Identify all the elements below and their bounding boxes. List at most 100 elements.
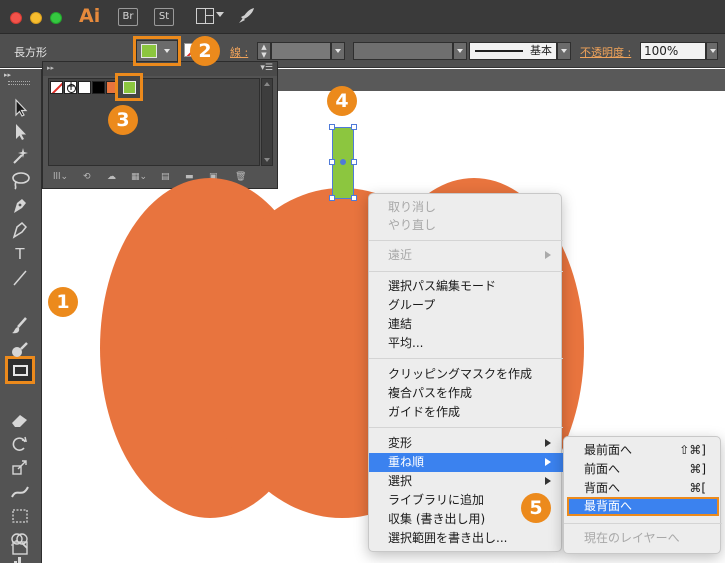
app-logo: Ai <box>79 5 101 27</box>
swatch-registration[interactable] <box>64 79 77 94</box>
opacity-dropdown[interactable] <box>706 42 718 60</box>
menu-item-compound-path[interactable]: 複合パスを作成 <box>369 384 563 403</box>
menu-item-clipping-mask[interactable]: クリッピングマスクを作成 <box>369 365 563 384</box>
share-icon[interactable]: ⟲ <box>83 172 91 182</box>
resize-handle[interactable] <box>329 124 335 130</box>
swatches-panel: ▸▸ ▾☰ lll⌄ ⟲ ☁ ▦⌄ ▤ ▬ ▣ 🗑 <box>42 61 278 189</box>
menu-item-join[interactable]: 連結 <box>369 315 563 334</box>
swatch-scrollbar[interactable] <box>261 78 273 166</box>
artboard-tool[interactable] <box>8 537 32 559</box>
submenu-item-bring-forward[interactable]: 前面へ ⌘] <box>564 460 722 479</box>
rotate-tool[interactable] <box>8 433 32 455</box>
submenu-item-send-to-back[interactable]: 最背面へ <box>567 497 719 516</box>
eraser-tool[interactable] <box>8 409 32 431</box>
resize-handle[interactable] <box>329 159 335 165</box>
lasso-tool[interactable] <box>8 169 32 191</box>
menu-item-isolate[interactable]: 選択パス編集モード <box>369 277 563 296</box>
menu-item-make-guides[interactable]: ガイドを作成 <box>369 403 563 422</box>
menu-item-label: 重ね順 <box>388 455 425 469</box>
brush-definition-dropdown[interactable] <box>557 42 571 60</box>
chevron-right-icon <box>545 251 551 259</box>
submenu-item-send-backward[interactable]: 背面へ ⌘[ <box>564 479 722 498</box>
variable-width-profile-field[interactable] <box>353 42 453 60</box>
workspace-layout-icon[interactable] <box>196 8 214 24</box>
zoom-window-button[interactable] <box>50 12 62 24</box>
menu-item-perspective[interactable]: 遠近 <box>369 246 563 265</box>
chevron-right-icon <box>545 458 551 466</box>
free-transform-tool[interactable] <box>8 505 32 527</box>
panel-menu-icon[interactable]: ▾☰ <box>260 63 273 73</box>
variable-width-dropdown[interactable] <box>453 42 467 60</box>
menu-item-arrange[interactable]: 重ね順 <box>369 453 563 472</box>
expand-panel-icon[interactable]: ▸▸ <box>4 71 11 79</box>
type-tool[interactable]: T <box>8 243 32 265</box>
brush-definition-label: 基本 <box>530 44 552 57</box>
chevron-down-icon[interactable] <box>216 12 224 17</box>
direct-selection-tool[interactable] <box>8 121 32 143</box>
curvature-tool[interactable] <box>8 219 32 241</box>
resize-handle[interactable] <box>351 124 357 130</box>
width-tool[interactable] <box>8 481 32 503</box>
scale-tool[interactable] <box>8 457 32 479</box>
stroke-label[interactable]: 線 : <box>230 44 248 60</box>
menu-item-export-selection[interactable]: 選択範囲を書き出し... <box>369 529 563 548</box>
object-type-label: 長方形 <box>14 46 47 59</box>
resize-handle[interactable] <box>329 195 335 201</box>
pen-tool[interactable] <box>8 195 32 217</box>
arrange-submenu: 最前面へ ⇧⌘] 前面へ ⌘] 背面へ ⌘[ 最背面へ 現在のレイヤーへ <box>563 436 722 554</box>
menu-item-undo[interactable]: 取り消し <box>369 198 563 217</box>
swatch-library-menu-icon[interactable]: lll⌄ <box>53 172 68 182</box>
menu-separator <box>369 427 563 428</box>
opacity-input[interactable]: 100% <box>640 42 706 60</box>
menu-item-redo[interactable]: やり直し <box>369 216 563 235</box>
swatch-black[interactable] <box>92 81 105 94</box>
menu-item-group[interactable]: グループ <box>369 296 563 315</box>
line-segment-tool[interactable] <box>8 267 32 289</box>
swatch-list <box>48 73 260 166</box>
step-marker-5: 5 <box>521 493 551 523</box>
step-marker-1: 1 <box>48 287 78 317</box>
swatch-none[interactable] <box>50 81 63 94</box>
stock-button[interactable]: St <box>154 8 174 26</box>
resize-handle[interactable] <box>351 195 357 201</box>
resize-handle[interactable] <box>351 159 357 165</box>
panel-grip[interactable] <box>8 81 30 85</box>
swatch-green[interactable] <box>123 81 136 94</box>
menu-separator <box>369 358 563 359</box>
swatch-green-highlight[interactable] <box>115 73 143 101</box>
submenu-item-label: 前面へ <box>584 462 621 476</box>
chevron-right-icon <box>545 477 551 485</box>
fill-highlight-frame <box>133 36 181 66</box>
close-window-button[interactable] <box>10 12 22 24</box>
step-marker-2: 2 <box>190 36 220 66</box>
selection-tool[interactable] <box>8 97 32 119</box>
submenu-item-label: 背面へ <box>584 481 621 495</box>
minimize-window-button[interactable] <box>30 12 42 24</box>
chevron-right-icon <box>545 439 551 447</box>
rectangle-icon <box>13 365 28 376</box>
magic-wand-tool[interactable] <box>8 145 32 167</box>
blob-brush-tool[interactable] <box>8 339 32 361</box>
menu-separator <box>564 523 722 524</box>
stroke-weight-input[interactable] <box>271 42 331 60</box>
brush-definition-field[interactable]: 基本 <box>469 42 557 60</box>
menu-item-select[interactable]: 選択 <box>369 472 563 491</box>
opacity-label[interactable]: 不透明度 : <box>580 44 631 60</box>
swatch-white[interactable] <box>78 81 91 94</box>
menu-item-transform[interactable]: 変形 <box>369 434 563 453</box>
close-panel-icon[interactable]: ▸▸ <box>47 64 54 72</box>
title-bar: Ai Br St <box>0 0 725 34</box>
stroke-line-preview <box>475 50 523 52</box>
center-point <box>340 159 346 165</box>
stroke-weight-dropdown[interactable] <box>331 42 345 60</box>
stroke-weight-stepper[interactable]: ▲ ▼ <box>257 42 271 60</box>
step-marker-3: 3 <box>108 105 138 135</box>
menu-item-average[interactable]: 平均... <box>369 334 563 353</box>
paintbrush-tool[interactable] <box>8 315 32 337</box>
menu-item-label: 変形 <box>388 436 413 450</box>
submenu-item-bring-to-front[interactable]: 最前面へ ⇧⌘] <box>564 441 722 460</box>
submenu-item-send-to-current-layer[interactable]: 現在のレイヤーへ <box>564 529 722 548</box>
bridge-button[interactable]: Br <box>118 8 138 26</box>
shortcut-label: ⌘[ <box>689 481 706 495</box>
rocket-icon[interactable] <box>236 6 256 26</box>
